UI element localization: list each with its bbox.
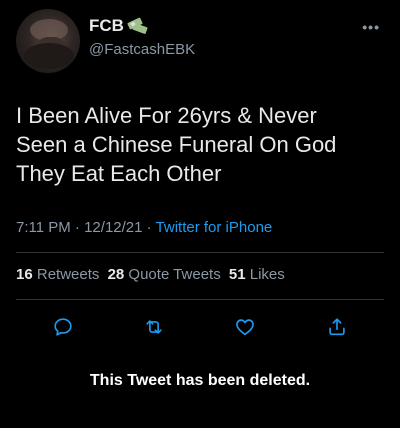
- quote-tweets-label: Quote Tweets: [128, 266, 221, 283]
- tweet-actions: [52, 316, 348, 338]
- money-with-wings-icon: [127, 17, 148, 35]
- tweet-card: FCB @FastcashEBK ••• I Been Alive For 26…: [0, 0, 400, 428]
- retweets-label: Retweets: [36, 266, 100, 283]
- reply-button[interactable]: [52, 316, 74, 338]
- reply-icon: [54, 318, 72, 336]
- tweet-text: I Been Alive For 26yrs & Never Seen a Ch…: [16, 103, 337, 186]
- divider: [16, 299, 384, 300]
- likes-stat[interactable]: 51 Likes: [229, 266, 285, 283]
- more-options-icon[interactable]: •••: [362, 20, 380, 34]
- like-button[interactable]: [234, 316, 256, 338]
- tweet-time[interactable]: 7:11 PM: [16, 219, 71, 236]
- display-name-text: FCB: [89, 16, 124, 35]
- retweets-count: 16: [16, 266, 33, 283]
- tweet-source-link[interactable]: Twitter for iPhone: [156, 219, 273, 236]
- avatar[interactable]: [16, 9, 80, 73]
- retweet-icon: [146, 320, 162, 334]
- retweet-button[interactable]: [143, 316, 165, 338]
- avatar-detail: [24, 43, 74, 69]
- quote-tweets-stat[interactable]: 28 Quote Tweets: [108, 266, 221, 283]
- share-icon: [329, 318, 345, 336]
- deleted-notice: This Tweet has been deleted.: [89, 372, 311, 389]
- tweet-meta: 7:11 PM · 12/12/21 · Twitter for iPhone: [16, 219, 272, 236]
- author-handle[interactable]: @FastcashEBK: [89, 41, 195, 58]
- divider: [16, 252, 384, 253]
- retweets-stat[interactable]: 16 Retweets: [16, 266, 99, 283]
- likes-count: 51: [228, 266, 246, 283]
- tweet-stats: 16 Retweets 28 Quote Tweets 51 Likes: [16, 266, 289, 283]
- share-button[interactable]: [326, 316, 348, 338]
- meta-separator: ·: [70, 219, 85, 236]
- tweet-date[interactable]: 12/12/21: [84, 219, 142, 236]
- author-display-name[interactable]: FCB: [89, 16, 148, 36]
- quote-tweets-count: 28: [107, 266, 125, 283]
- meta-separator: ·: [142, 219, 156, 236]
- like-icon: [236, 319, 254, 336]
- likes-label: Likes: [249, 266, 285, 283]
